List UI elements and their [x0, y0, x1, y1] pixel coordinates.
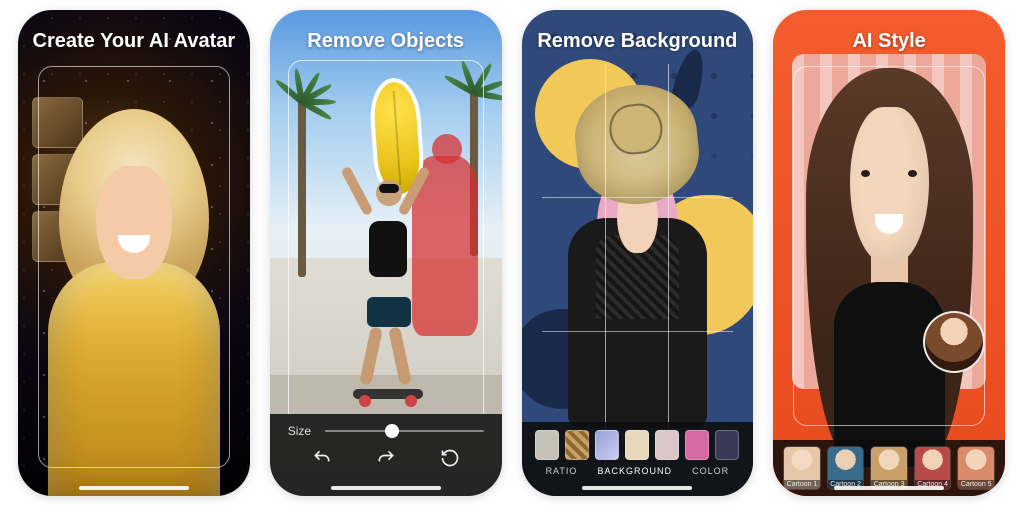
bg-swatch[interactable]	[565, 430, 589, 460]
avatar-face	[96, 166, 171, 280]
slider-label: Size	[288, 424, 311, 438]
style-option[interactable]: Cartoon 1	[783, 446, 821, 490]
home-indicator	[79, 486, 189, 490]
subject-cutout	[535, 78, 739, 428]
bg-swatch[interactable]	[655, 430, 679, 460]
tab-background[interactable]: BACKGROUND	[598, 466, 673, 476]
screenshot-gallery: Create Your AI Avatar	[0, 0, 1023, 506]
card-title: Create Your AI Avatar	[18, 30, 250, 53]
card-title: AI Style	[773, 30, 1005, 53]
home-indicator	[331, 486, 441, 490]
home-indicator	[582, 486, 692, 490]
avatar-gold-suit	[48, 262, 220, 496]
card-ai-style: AI Style Cartoon 1 Cartoon 2 Cartoon 3 C…	[773, 10, 1005, 496]
bg-tabs: RATIO BACKGROUND COLOR	[536, 466, 740, 476]
bg-swatch[interactable]	[685, 430, 709, 460]
style-option[interactable]: Cartoon 5	[957, 446, 995, 490]
ai-avatar-figure	[18, 78, 250, 496]
style-option[interactable]: Cartoon 2	[827, 446, 865, 490]
style-option[interactable]: Cartoon 4	[914, 446, 952, 490]
subject-hat	[570, 79, 704, 210]
bg-swatch[interactable]	[535, 430, 559, 460]
card-title: Remove Objects	[270, 30, 502, 53]
brush-size-slider[interactable]	[325, 430, 483, 432]
card-remove-objects: Remove Objects Size	[270, 10, 502, 496]
bg-swatch[interactable]	[625, 430, 649, 460]
reset-icon[interactable]	[440, 448, 460, 473]
tab-ratio[interactable]: RATIO	[546, 466, 578, 476]
redo-icon[interactable]	[376, 448, 396, 473]
card-title: Remove Background	[522, 30, 754, 53]
skateboard	[353, 389, 423, 399]
card-ai-avatar: Create Your AI Avatar	[18, 10, 250, 496]
bg-swatch[interactable]	[715, 430, 739, 460]
background-swatches	[536, 430, 740, 460]
styled-eyes	[861, 170, 917, 177]
palm-tree	[298, 97, 306, 277]
style-option[interactable]: Cartoon 3	[870, 446, 908, 490]
slider-knob[interactable]	[385, 424, 399, 438]
styled-face	[850, 107, 929, 263]
card-remove-background: Remove Background RATIO BACKGROUND COLOR	[522, 10, 754, 496]
background-toolbar: RATIO BACKGROUND COLOR	[522, 422, 754, 496]
bg-swatch[interactable]	[595, 430, 619, 460]
brush-controls: Size	[270, 414, 502, 496]
undo-icon[interactable]	[312, 448, 332, 473]
tab-color[interactable]: COLOR	[692, 466, 729, 476]
home-indicator	[834, 486, 944, 490]
original-photo-inset[interactable]	[923, 311, 985, 373]
